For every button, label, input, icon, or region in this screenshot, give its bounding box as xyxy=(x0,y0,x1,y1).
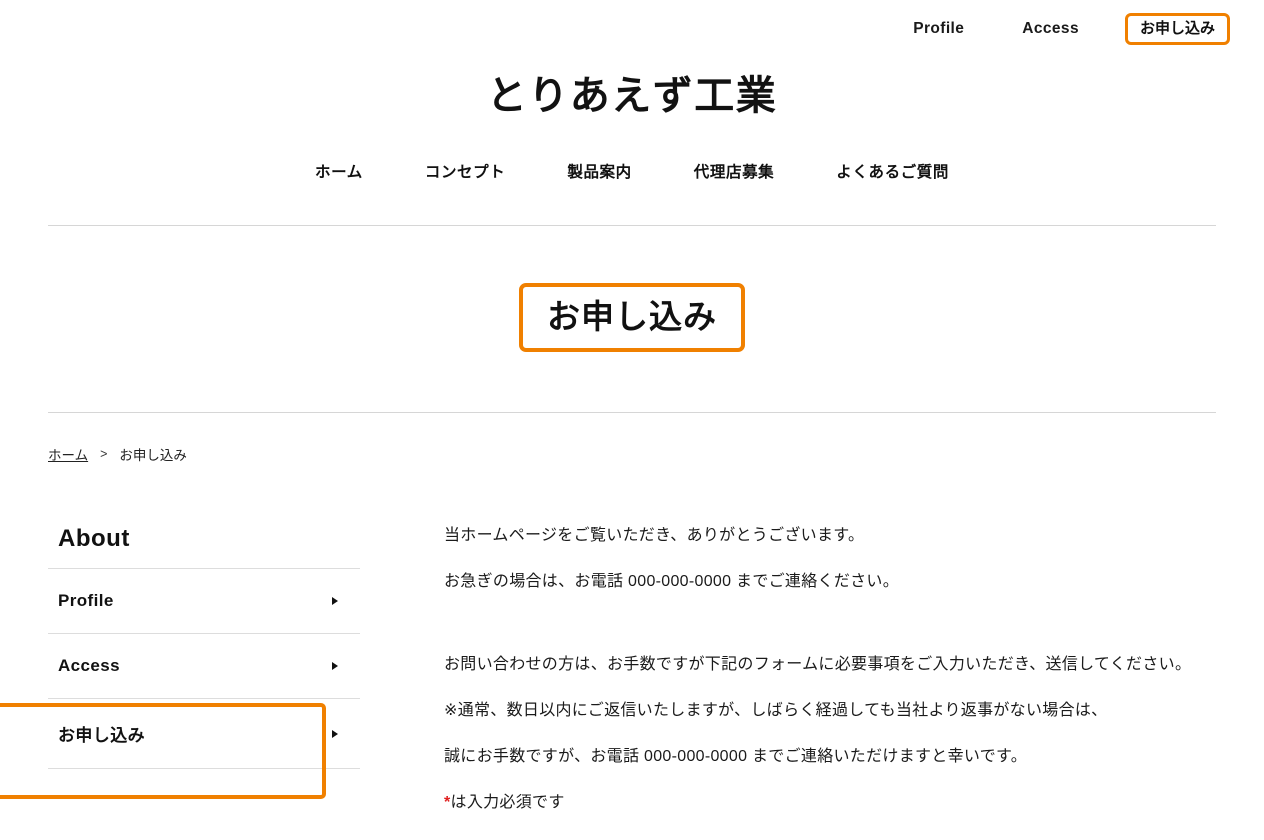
global-nav-item-faq[interactable]: よくあるご質問 xyxy=(836,160,949,182)
utility-nav-item-access[interactable]: Access xyxy=(1022,20,1079,38)
sidebar-item-label: Access xyxy=(58,656,120,676)
reply-note-paragraph-1: ※通常、数日以内にご返信いたしますが、しばらく経過しても当社より返事がない場合は… xyxy=(444,702,1108,719)
sidebar-item-apply[interactable]: お申し込み xyxy=(48,699,360,768)
sidebar-item-label: お申し込み xyxy=(58,726,145,746)
main-content: 当ホームページをご覧いただき、ありがとうございます。 お急ぎの場合は、お電話 0… xyxy=(444,528,1224,811)
page-root: Profile Access お申し込み とりあえず工業 ホーム コンセプト 製… xyxy=(0,0,1264,840)
breadcrumb-separator-icon: > xyxy=(100,447,108,461)
page-title-highlight-box: お申し込み xyxy=(519,283,745,352)
header-apply-cta-button[interactable]: お申し込み xyxy=(1124,13,1230,45)
required-field-note: *は入力必須です xyxy=(444,795,1224,811)
triangle-right-icon xyxy=(332,662,338,671)
sidebar-rule xyxy=(48,768,360,770)
global-nav-item-home[interactable]: ホーム xyxy=(315,160,363,182)
triangle-right-icon xyxy=(332,729,338,738)
breadcrumb: ホーム > お申し込み xyxy=(48,444,187,464)
intro-paragraph-2: お急ぎの場合は、お電話 000-000-0000 までご連絡ください。 xyxy=(444,573,900,590)
intro-paragraph-1: 当ホームページをご覧いただき、ありがとうございます。 xyxy=(444,527,865,544)
site-title: とりあえず工業 xyxy=(486,74,778,118)
page-title-container: お申し込み xyxy=(0,283,1264,352)
sidebar-heading-about: About xyxy=(58,525,130,552)
divider-bottom xyxy=(48,412,1216,413)
utility-nav-item-profile[interactable]: Profile xyxy=(913,20,964,38)
sidebar: About Profile Access お申し込み xyxy=(48,512,360,770)
sidebar-item-label: Profile xyxy=(58,591,114,611)
page-title: お申し込み xyxy=(547,298,717,335)
breadcrumb-item-current: お申し込み xyxy=(119,448,187,463)
form-instruction-paragraph: お問い合わせの方は、お手数ですが下記のフォームに必要事項をご入力いただき、送信し… xyxy=(444,656,1192,673)
global-nav-item-products[interactable]: 製品案内 xyxy=(567,160,631,182)
sidebar-item-profile[interactable]: Profile xyxy=(48,569,360,633)
global-nav-item-concept[interactable]: コンセプト xyxy=(425,160,506,182)
divider-top xyxy=(48,225,1216,226)
global-nav: ホーム コンセプト 製品案内 代理店募集 よくあるご質問 xyxy=(0,160,1264,182)
global-nav-item-agency[interactable]: 代理店募集 xyxy=(694,160,775,182)
triangle-right-icon xyxy=(332,597,338,606)
required-note-text: は入力必須です xyxy=(450,794,565,811)
reply-note-paragraph-2: 誠にお手数ですが、お電話 000-000-0000 までご連絡いただけますと幸い… xyxy=(444,748,1028,765)
utility-nav: Profile Access お申し込み xyxy=(913,0,1230,58)
sidebar-item-access[interactable]: Access xyxy=(48,634,360,698)
breadcrumb-item-home[interactable]: ホーム xyxy=(48,444,88,464)
